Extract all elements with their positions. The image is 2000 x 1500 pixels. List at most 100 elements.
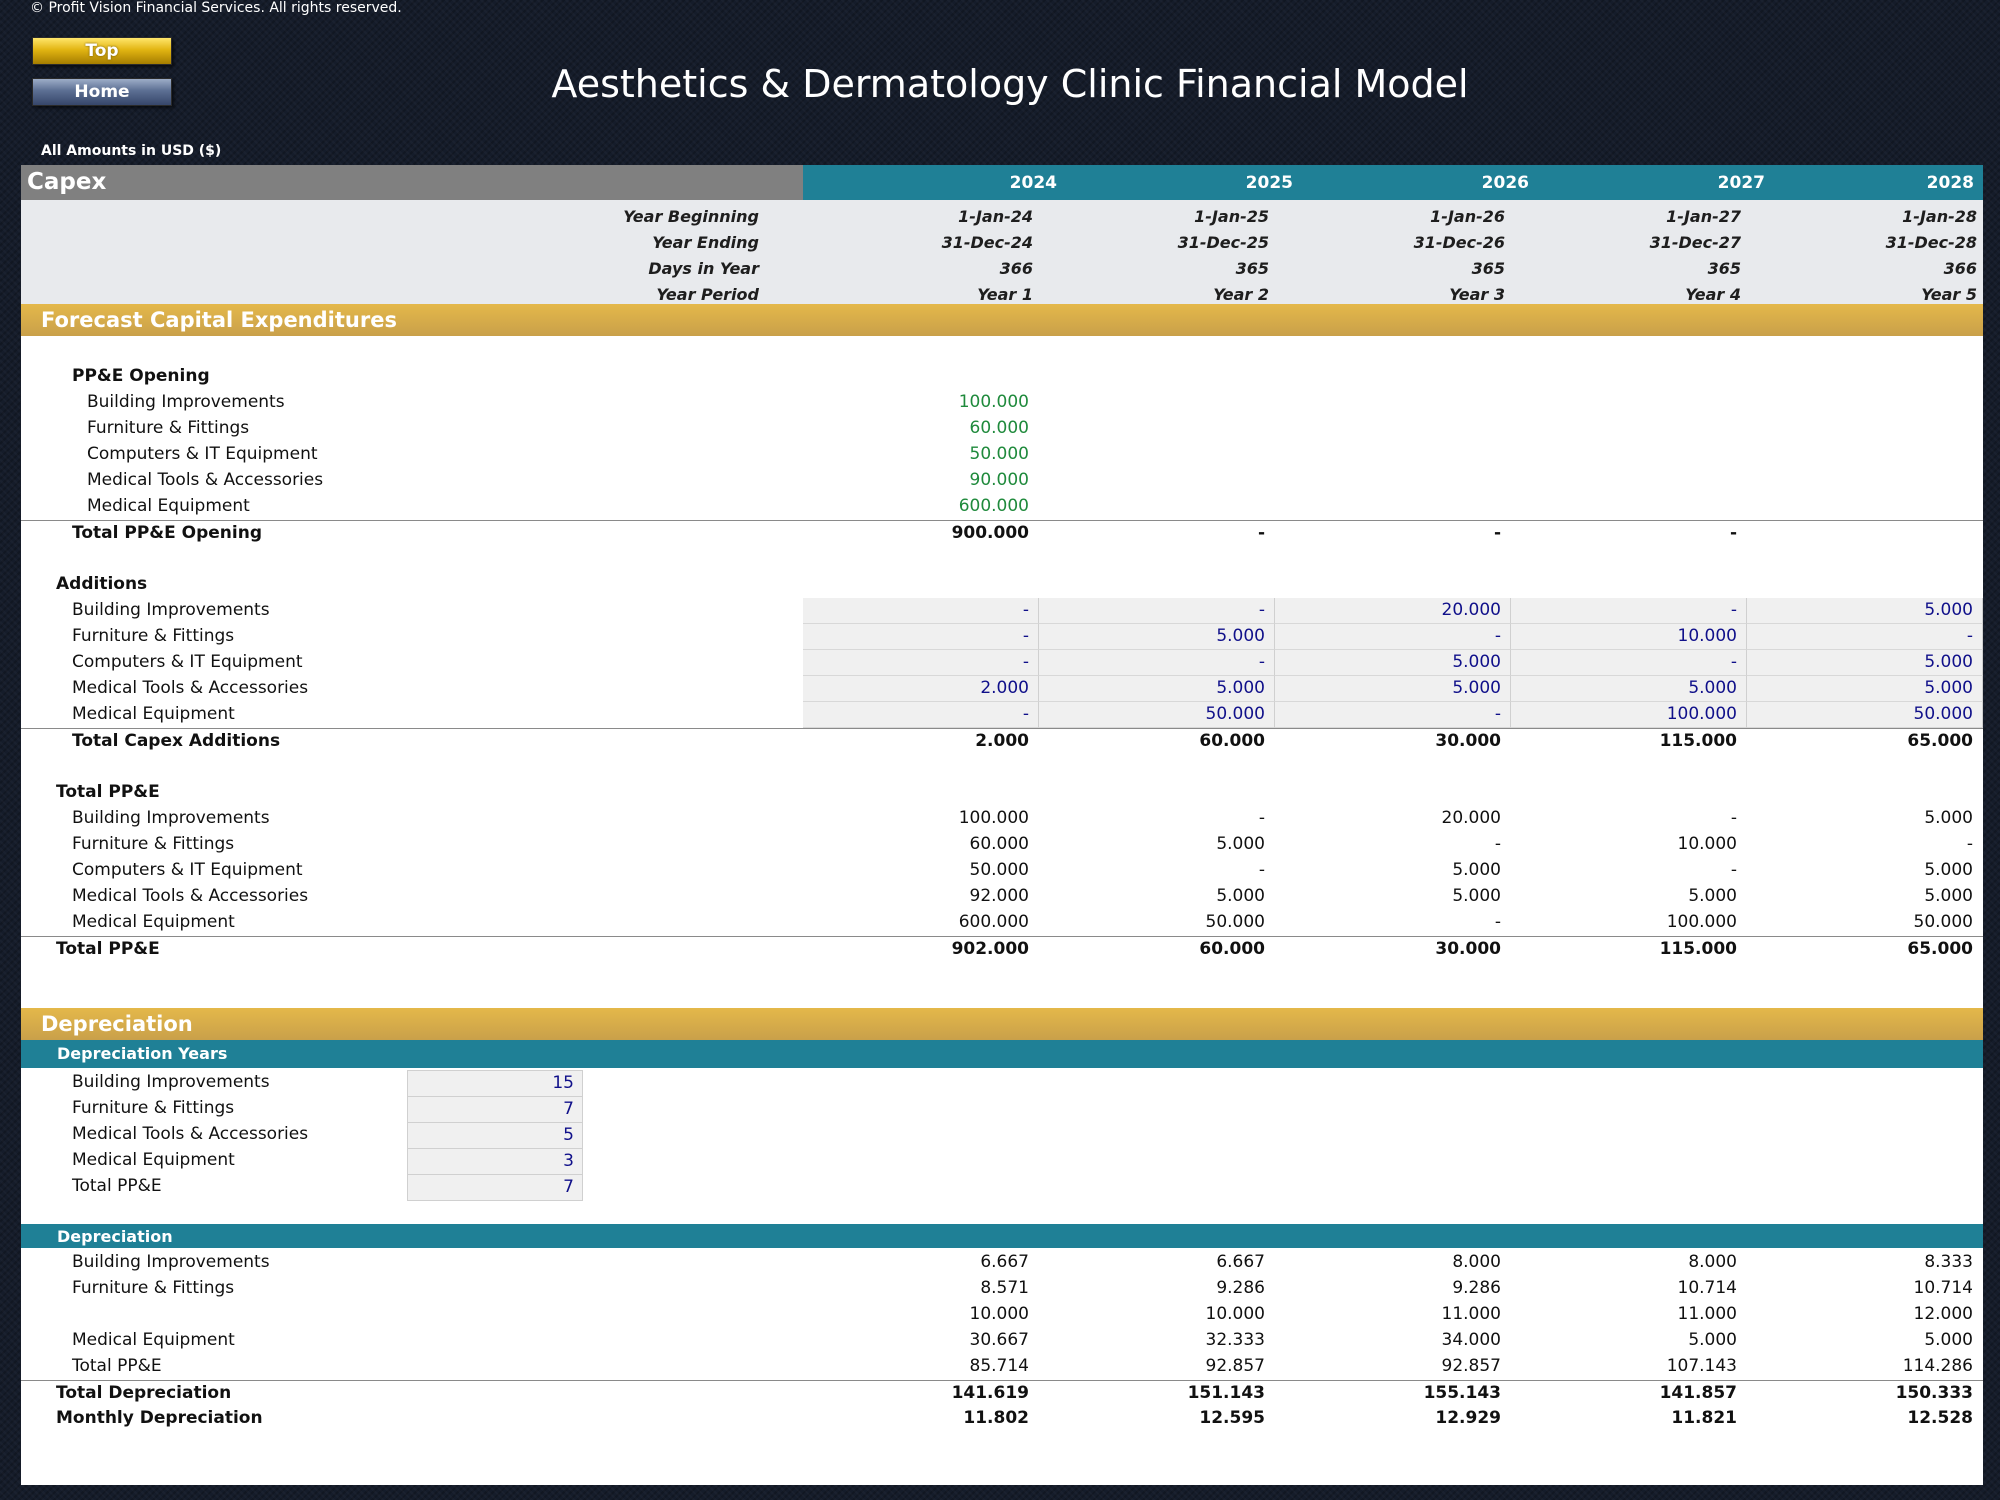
cell-value[interactable]: 100.000 [829, 392, 1029, 412]
input-cell[interactable]: 5.000 [1773, 652, 1973, 672]
input-cell[interactable]: 100.000 [1537, 704, 1737, 724]
sheet-name-cell: Capex [21, 165, 803, 200]
timeline-value: 31-Dec-24 [941, 233, 1033, 252]
row-label: Furniture & Fittings [72, 1098, 235, 1118]
input-cell[interactable]: 5.000 [1537, 678, 1737, 698]
year-header: 2026 [1481, 173, 1529, 193]
input-value[interactable]: 15 [552, 1073, 574, 1093]
cell-value: - [1258, 860, 1265, 880]
timeline-value: 365 [1471, 259, 1505, 278]
input-value[interactable]: 5 [563, 1125, 574, 1145]
table-row: Medical Equipment - 50.000 - 100.000 50.… [21, 702, 1983, 728]
input-cell[interactable]: - [829, 600, 1029, 620]
cell-value: 100.000 [1666, 912, 1737, 932]
cell-value: 902.000 [951, 939, 1029, 959]
table-row: Medical Tools & Accessories 90.000 [21, 468, 1983, 494]
top-button[interactable]: Top [32, 37, 172, 65]
depreciation-header: Depreciation [21, 1224, 1983, 1248]
table-row: Furniture & Fittings 60.000 [21, 416, 1983, 442]
timeline-value: 31-Dec-26 [1413, 233, 1505, 252]
cell-value: 34.000 [1441, 1330, 1501, 1350]
additions-heading: Additions [56, 574, 148, 594]
sheet-name: Capex [27, 169, 107, 195]
cell-value: 11.802 [963, 1408, 1029, 1428]
timeline-value: 366 [1943, 259, 1977, 278]
depreciation-years-input[interactable]: 3 [407, 1148, 583, 1175]
cell-value: 5.000 [1924, 808, 1973, 828]
input-value[interactable]: 7 [563, 1177, 574, 1197]
input-cell[interactable]: - [1773, 626, 1973, 646]
table-row: Building Improvements 100.000 - 20.000 -… [21, 806, 1983, 832]
input-cell[interactable]: 20.000 [1301, 600, 1501, 620]
input-cell[interactable]: 50.000 [1773, 704, 1973, 724]
home-button[interactable]: Home [32, 78, 172, 106]
input-cell[interactable]: - [829, 704, 1029, 724]
cell-value: 5.000 [1924, 886, 1973, 906]
cell-value: 5.000 [1216, 834, 1265, 854]
table-row: Medical Tools & Accessories 2.000 5.000 … [21, 676, 1983, 702]
cell-value: 100.000 [958, 808, 1029, 828]
cell-value: 10.000 [1205, 1304, 1265, 1324]
cell-value: 115.000 [1659, 939, 1737, 959]
cell-value[interactable]: 50.000 [829, 444, 1029, 464]
timeline-value: 1-Jan-26 [1430, 207, 1505, 226]
input-cell[interactable]: - [1301, 704, 1501, 724]
input-cell[interactable]: 2.000 [829, 678, 1029, 698]
input-cell[interactable]: 5.000 [1773, 678, 1973, 698]
row-label: Monthly Depreciation [56, 1408, 263, 1428]
year-headers: 2024 2025 2026 2027 2028 [803, 165, 1983, 200]
timeline-value: 1-Jan-28 [1902, 207, 1977, 226]
input-cell[interactable]: 5.000 [1065, 678, 1265, 698]
row-label: Furniture & Fittings [72, 834, 235, 854]
table-row: Computers & IT Equipment 50.000 [21, 442, 1983, 468]
input-cell[interactable]: - [1301, 626, 1501, 646]
cell-value: - [1730, 860, 1737, 880]
input-cell[interactable]: 5.000 [1065, 626, 1265, 646]
input-cell[interactable]: - [1065, 600, 1265, 620]
input-cell[interactable]: - [829, 626, 1029, 646]
timeline-value: 1-Jan-25 [1194, 207, 1269, 226]
input-cell[interactable]: - [1065, 652, 1265, 672]
cell-value[interactable]: 60.000 [829, 418, 1029, 438]
depreciation-table-title: Depreciation [57, 1227, 173, 1246]
cell-value[interactable]: 600.000 [829, 496, 1029, 516]
cell-value: 9.286 [1452, 1278, 1501, 1298]
depreciation-years-input[interactable]: 7 [407, 1174, 583, 1201]
depreciation-section-header: Depreciation [21, 1008, 1983, 1040]
cell-value: - [1257, 523, 1265, 543]
table-row: Furniture & Fittings 7 [21, 1096, 1983, 1123]
cell-value: 141.619 [951, 1383, 1029, 1403]
cell-value: 600.000 [958, 912, 1029, 932]
cell-value[interactable]: 90.000 [829, 470, 1029, 490]
cell-value: 50.000 [969, 860, 1029, 880]
input-cell[interactable]: 50.000 [1065, 704, 1265, 724]
input-cell[interactable]: 10.000 [1537, 626, 1737, 646]
depreciation-years-input[interactable]: 5 [407, 1122, 583, 1149]
row-label: Total PP&E [56, 939, 160, 959]
table-row: Medical Equipment 3 [21, 1148, 1983, 1175]
row-label: Medical Tools & Accessories [72, 1124, 309, 1144]
input-cell[interactable]: - [1537, 600, 1737, 620]
cell-value: 9.286 [1216, 1278, 1265, 1298]
timeline-value: 31-Dec-25 [1177, 233, 1269, 252]
row-label: Furniture & Fittings [72, 1278, 235, 1298]
input-cell[interactable]: 5.000 [1773, 600, 1973, 620]
timeline-value: Year 1 [977, 285, 1033, 304]
timeline-value: 1-Jan-24 [958, 207, 1033, 226]
timeline-value: 366 [999, 259, 1033, 278]
input-value[interactable]: 7 [563, 1099, 574, 1119]
input-cell[interactable]: - [829, 652, 1029, 672]
table-row: Furniture & Fittings 8.571 9.286 9.286 1… [21, 1276, 1983, 1302]
input-value[interactable]: 3 [563, 1151, 574, 1171]
input-cell[interactable]: - [1537, 652, 1737, 672]
depreciation-years-input[interactable]: 15 [407, 1070, 583, 1097]
total-row: Total Capex Additions 2.000 60.000 30.00… [21, 728, 1983, 755]
input-cell[interactable]: 5.000 [1301, 678, 1501, 698]
depreciation-years-input[interactable]: 7 [407, 1096, 583, 1123]
row-label: Total PP&E Opening [72, 523, 262, 543]
table-row: 10.000 10.000 11.000 11.000 12.000 [21, 1302, 1983, 1328]
table-row: Building Improvements 15 [21, 1070, 1983, 1097]
cell-value: 30.000 [1435, 939, 1501, 959]
cell-value: - [1729, 523, 1737, 543]
input-cell[interactable]: 5.000 [1301, 652, 1501, 672]
